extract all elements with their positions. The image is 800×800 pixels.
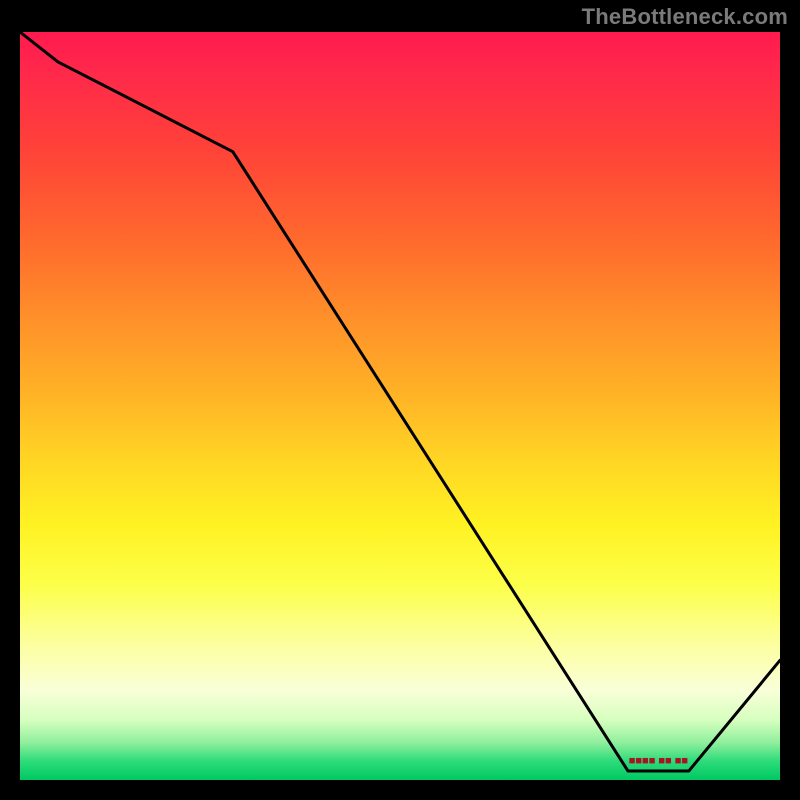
watermark-label: TheBottleneck.com: [582, 4, 788, 30]
bottleneck-curve-line: [20, 32, 780, 780]
plot-area: ■■■■ ■■ ■■: [20, 32, 780, 780]
optimal-marker: ■■■■ ■■ ■■: [629, 755, 688, 767]
chart-canvas: TheBottleneck.com ■■■■ ■■ ■■: [0, 0, 800, 800]
